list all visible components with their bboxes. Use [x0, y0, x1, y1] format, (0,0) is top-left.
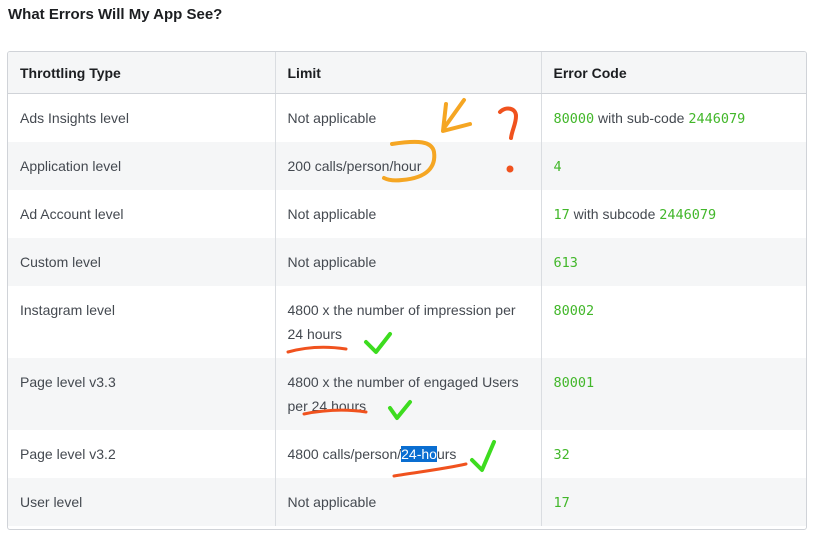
table-row: Instagram level 4800 x the number of imp… [8, 285, 806, 358]
header-error-code: Error Code [540, 52, 806, 94]
error-code: 80000 [553, 111, 595, 127]
throttling-type-cell: Page level v3.2 [20, 445, 116, 462]
code-connector: with subcode [569, 205, 660, 222]
limit-cell: Not applicable [274, 189, 541, 238]
table-row: Ads Insights level Not applicable 80000 … [8, 93, 806, 142]
table-row: Application level 200 calls/person/hour … [8, 141, 806, 190]
page-title: What Errors Will My App See? [8, 6, 223, 23]
error-code-cell: 4 [540, 141, 806, 190]
error-code-cell: 17 [540, 477, 806, 526]
limit-cell: Not applicable [274, 237, 541, 286]
throttling-type-cell: Page level v3.3 [8, 357, 275, 430]
table-row: Page level v3.2 4800 calls/person/24-hou… [8, 429, 806, 478]
limit-cell: Not applicable [274, 477, 541, 526]
limit-cell: 4800 calls/person/24-hours [274, 429, 541, 478]
table-row: Custom level Not applicable 613 [8, 237, 806, 286]
table-row: User level Not applicable 17 [8, 477, 806, 526]
throttling-type-cell: Ad Account level [20, 205, 124, 222]
error-code: 4 [553, 158, 562, 175]
error-code-cell: 80002 [540, 285, 806, 358]
table-header-row: Throttling Type Limit Error Code [8, 52, 806, 94]
limit-cell: 200 calls/person/hour [274, 141, 541, 190]
error-code: 32 [553, 446, 570, 463]
error-code: 17 [553, 206, 570, 223]
throttling-type-cell: Ads Insights level [20, 110, 129, 126]
throttling-table: Throttling Type Limit Error Code Ads Ins… [7, 51, 807, 530]
limit-cell: 4800 x the number of impression per 24 h… [274, 285, 541, 358]
header-limit: Limit [274, 52, 541, 94]
throttling-type-cell: Instagram level [20, 301, 115, 318]
table-row: Page level v3.3 4800 x the number of eng… [8, 357, 806, 430]
throttling-type-cell: Application level [8, 141, 275, 190]
error-code: 80002 [553, 302, 595, 319]
code-connector: with sub-code [594, 110, 689, 126]
error-code-cell: 80001 [540, 357, 806, 430]
limit-text: urs [436, 445, 457, 462]
header-throttling-type: Throttling Type [8, 52, 275, 94]
error-subcode: 2446079 [688, 111, 746, 127]
table-row: Ad Account level Not applicable 17 with … [8, 189, 806, 238]
limit-cell: Not applicable [274, 93, 541, 142]
throttling-type-cell: Custom level [8, 237, 275, 286]
error-code-cell: 17 with subcode 2446079 [540, 189, 806, 238]
error-code-cell: 613 [540, 237, 806, 286]
error-code: 613 [553, 254, 578, 271]
limit-text: 4800 calls/person/ [287, 445, 402, 462]
limit-cell: 4800 x the number of engaged Users per 2… [274, 357, 541, 430]
throttling-type-cell: User level [8, 477, 275, 526]
selected-text[interactable]: 24-ho [401, 445, 437, 462]
error-code: 80001 [553, 374, 595, 391]
error-subcode: 2446079 [659, 206, 717, 223]
error-code-cell: 80000 with sub-code 2446079 [540, 93, 806, 142]
error-code-cell: 32 [540, 429, 806, 478]
error-code: 17 [553, 494, 570, 511]
